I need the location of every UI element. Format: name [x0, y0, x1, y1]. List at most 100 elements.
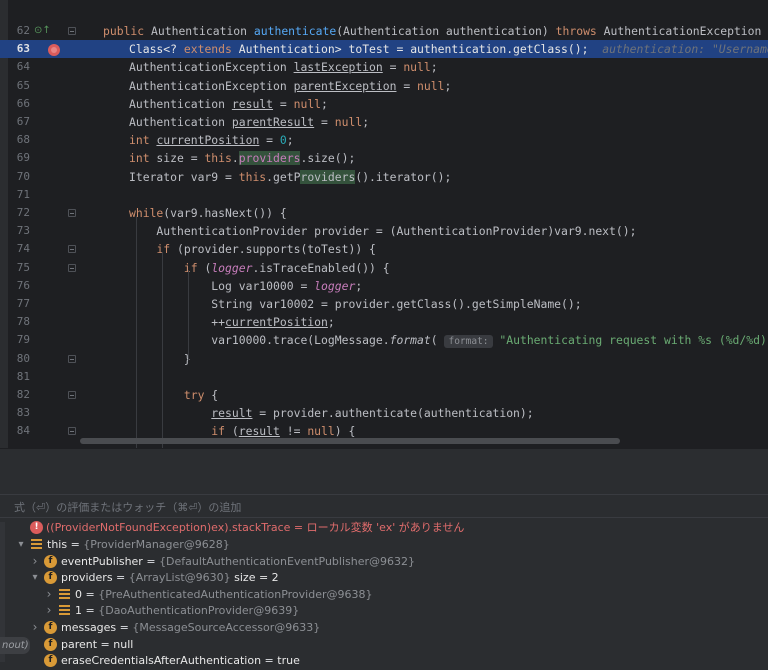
line-number[interactable]: 74	[8, 240, 30, 258]
line-number[interactable]: 72	[8, 204, 30, 222]
variable-label: eventPublisher = {DefaultAuthenticationE…	[61, 554, 416, 568]
code-text[interactable]: AuthenticationProvider provider = (Authe…	[129, 222, 636, 240]
line-number[interactable]: 66	[8, 95, 30, 113]
code-line[interactable]: 80 }	[0, 350, 768, 368]
watch-bar[interactable]: 式（⏎）の評価またはウォッチ（⌘⏎）の追加	[0, 494, 768, 518]
line-number[interactable]: 71	[8, 186, 30, 204]
code-line[interactable]: 82 try {	[0, 386, 768, 404]
object-icon	[59, 605, 70, 616]
code-editor[interactable]: 62 public Authentication authenticate(Aut…	[0, 0, 768, 448]
code-text[interactable]: if (logger.isTraceEnabled()) {	[129, 259, 390, 277]
code-text[interactable]: try {	[129, 386, 218, 404]
code-line[interactable]: 72 while(var9.hasNext()) {	[0, 204, 768, 222]
code-text[interactable]: AuthenticationException lastException = …	[129, 58, 438, 76]
breakpoint-icon[interactable]	[48, 44, 60, 56]
error-row[interactable]: ! ((ProviderNotFoundException)ex).stackT…	[0, 519, 768, 536]
code-line[interactable]: 70 Iterator var9 = this.getProviders().it…	[0, 168, 768, 186]
code-line[interactable]: 76 Log var10000 = logger;	[0, 277, 768, 295]
line-number[interactable]: 83	[8, 404, 30, 422]
code-line[interactable]: 73 AuthenticationProvider provider = (Au…	[0, 222, 768, 240]
code-line[interactable]: 83 result = provider.authenticate(authen…	[0, 404, 768, 422]
line-number[interactable]: 63	[8, 40, 30, 58]
code-text[interactable]: result = provider.authenticate(authentic…	[129, 404, 533, 422]
code-line[interactable]: 65 AuthenticationException parentExceptio…	[0, 77, 768, 95]
line-number[interactable]: 65	[8, 77, 30, 95]
code-text[interactable]: Authentication parentResult = null;	[129, 113, 369, 131]
code-line[interactable]: 81	[0, 368, 768, 386]
code-text[interactable]: Log var10000 = logger;	[129, 277, 362, 295]
chevron-down-icon[interactable]: ▾	[30, 569, 40, 586]
chevron-right-icon[interactable]: ›	[44, 586, 54, 603]
code-text[interactable]: ++currentPosition;	[129, 313, 334, 331]
fold-toggle-icon[interactable]	[68, 427, 76, 436]
line-number[interactable]: 73	[8, 222, 30, 240]
code-line[interactable]: 68 int currentPosition = 0;	[0, 131, 768, 149]
code-text[interactable]: public Authentication authenticate(Authe…	[103, 22, 768, 40]
line-number[interactable]: 67	[8, 113, 30, 131]
fold-toggle-icon[interactable]	[68, 209, 76, 217]
code-line[interactable]: 74 if (provider.supports(toTest)) {	[0, 240, 768, 258]
line-number[interactable]: 82	[8, 386, 30, 404]
chevron-right-icon[interactable]: ›	[30, 553, 40, 570]
variable-row[interactable]: › 1 = {DaoAuthenticationProvider@9639}	[0, 602, 768, 619]
code-line[interactable]: 64 AuthenticationException lastException …	[0, 58, 768, 76]
fold-toggle-icon[interactable]	[68, 245, 76, 254]
line-number[interactable]: 69	[8, 149, 30, 167]
code-text[interactable]: if (provider.supports(toTest)) {	[129, 240, 375, 258]
code-text[interactable]: }	[129, 350, 191, 368]
line-number[interactable]: 77	[8, 295, 30, 313]
watch-input[interactable]: 式（⏎）の評価またはウォッチ（⌘⏎）の追加	[14, 499, 241, 515]
variable-value: {DaoAuthenticationProvider@9639}	[98, 604, 300, 618]
code-text[interactable]: int size = this.providers.size();	[129, 149, 355, 167]
code-line[interactable]: 75 if (logger.isTraceEnabled()) {	[0, 259, 768, 277]
fold-toggle-icon[interactable]	[68, 263, 76, 272]
line-number[interactable]: 81	[8, 368, 30, 386]
code-text[interactable]: Class<? extends Authentication> toTest =…	[129, 40, 768, 58]
chevron-right-icon[interactable]: ›	[30, 619, 40, 636]
panel-divider[interactable]	[0, 448, 768, 471]
line-number[interactable]: 62	[8, 22, 30, 40]
line-number[interactable]: 75	[8, 259, 30, 277]
line-number[interactable]: 76	[8, 277, 30, 295]
variable-row[interactable]: › 0 = {PreAuthenticatedAuthenticationProv…	[0, 586, 768, 603]
code-line[interactable]: 79 var10000.trace(LogMessage.format( for…	[0, 331, 768, 349]
code-text[interactable]: String var10002 = provider.getClass().ge…	[129, 295, 581, 313]
variable-label: 0 = {PreAuthenticatedAuthenticationProvi…	[75, 587, 373, 601]
code-text[interactable]: while(var9.hasNext()) {	[129, 204, 287, 222]
line-number[interactable]: 84	[8, 422, 30, 440]
code-line[interactable]: 63 Class<? extends Authentication> toTest…	[0, 40, 768, 59]
code-text[interactable]: int currentPosition = 0;	[129, 131, 294, 149]
code-line[interactable]: 78 ++currentPosition;	[0, 313, 768, 331]
line-number[interactable]: 64	[8, 58, 30, 76]
line-number[interactable]: 78	[8, 313, 30, 331]
variable-row[interactable]: f parent = null	[0, 636, 768, 653]
error-icon: !	[30, 521, 43, 534]
variable-label: 1 = {DaoAuthenticationProvider@9639}	[75, 604, 300, 618]
variable-row[interactable]: ▾ f providers = {ArrayList@9630} size = 2	[0, 569, 768, 586]
code-text[interactable]: Iterator var9 = this.getProviders().iter…	[129, 168, 451, 186]
code-text[interactable]: AuthenticationException parentException …	[129, 77, 451, 95]
fold-toggle-icon[interactable]	[68, 27, 76, 35]
code-line[interactable]: 77 String var10002 = provider.getClass()…	[0, 295, 768, 313]
chevron-down-icon[interactable]: ▾	[16, 536, 26, 553]
override-marker-icon[interactable]: ⊙↑	[34, 25, 51, 36]
code-text[interactable]: var10000.trace(LogMessage.format( format…	[129, 331, 768, 349]
variable-row[interactable]: › f eventPublisher = {DefaultAuthenticatio…	[0, 553, 768, 570]
line-number[interactable]: 79	[8, 331, 30, 349]
fold-toggle-icon[interactable]	[68, 391, 76, 399]
code-line[interactable]: 62 public Authentication authenticate(Aut…	[0, 22, 768, 40]
variable-row[interactable]: ▾ this = {ProviderManager@9628}	[0, 536, 768, 553]
horizontal-scrollbar[interactable]	[80, 438, 620, 444]
variable-row[interactable]: › f messages = {MessageSourceAccessor@9633…	[0, 619, 768, 636]
code-line[interactable]: 69 int size = this.providers.size();	[0, 149, 768, 167]
line-number[interactable]: 70	[8, 168, 30, 186]
chevron-right-icon[interactable]: ›	[44, 602, 54, 619]
line-number[interactable]: 68	[8, 131, 30, 149]
code-text[interactable]: Authentication result = null;	[129, 95, 328, 113]
code-line[interactable]: 71	[0, 186, 768, 204]
variable-row[interactable]: f eraseCredentialsAfterAuthentication = t…	[0, 652, 768, 669]
code-line[interactable]: 67 Authentication parentResult = null;	[0, 113, 768, 131]
line-number[interactable]: 80	[8, 350, 30, 368]
code-line[interactable]: 66 Authentication result = null;	[0, 95, 768, 113]
fold-toggle-icon[interactable]	[68, 354, 76, 363]
